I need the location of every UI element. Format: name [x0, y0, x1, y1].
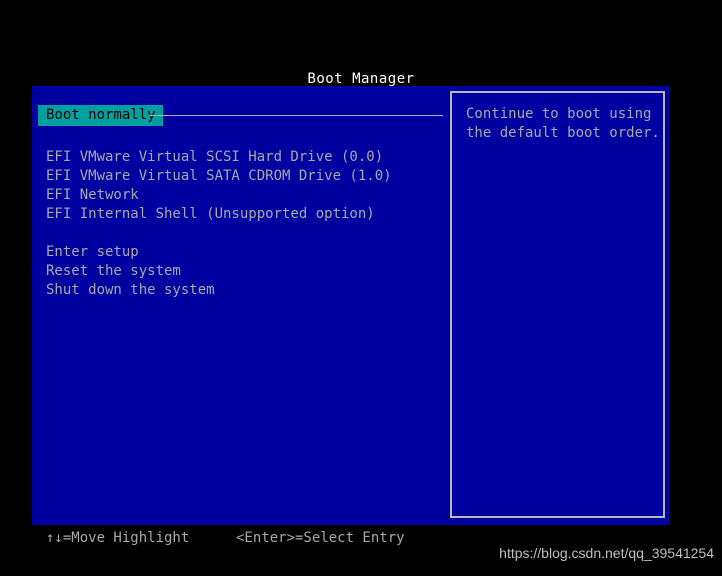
title-bar: Boot Manager [0, 68, 722, 87]
selected-menu-row[interactable]: Boot normally [38, 105, 443, 126]
watermark-url: https://blog.csdn.net/qq_39541254 [499, 545, 714, 561]
menu-item-reset-system[interactable]: Reset the system [46, 262, 446, 281]
help-line-2: the default boot order. [466, 125, 660, 141]
boot-menu-list: EFI VMware Virtual SCSI Hard Drive (0.0)… [46, 148, 446, 300]
menu-item-sata-cdrom-drive[interactable]: EFI VMware Virtual SATA CDROM Drive (1.0… [46, 167, 446, 186]
boot-manager-screen: Boot Manager Boot normally EFI VMware Vi… [0, 0, 722, 576]
help-panel: Continue to boot using the default boot … [450, 91, 665, 518]
help-line-1: Continue to boot using [466, 106, 652, 122]
menu-group-separator [46, 224, 446, 243]
status-select-entry-hint: <Enter>=Select Entry [236, 530, 405, 546]
help-text: Continue to boot using the default boot … [466, 105, 660, 143]
main-panel: Boot normally EFI VMware Virtual SCSI Ha… [32, 86, 670, 525]
selection-rule-divider [149, 115, 443, 116]
menu-item-efi-internal-shell[interactable]: EFI Internal Shell (Unsupported option) [46, 205, 446, 224]
menu-item-boot-normally[interactable]: Boot normally [38, 105, 163, 126]
status-move-highlight-hint: ↑↓=Move Highlight [46, 530, 190, 546]
menu-item-efi-network[interactable]: EFI Network [46, 186, 446, 205]
menu-item-shut-down-system[interactable]: Shut down the system [46, 281, 446, 300]
boot-menu-column: Boot normally EFI VMware Virtual SCSI Ha… [32, 86, 450, 525]
menu-item-scsi-hard-drive[interactable]: EFI VMware Virtual SCSI Hard Drive (0.0) [46, 148, 446, 167]
menu-item-enter-setup[interactable]: Enter setup [46, 243, 446, 262]
